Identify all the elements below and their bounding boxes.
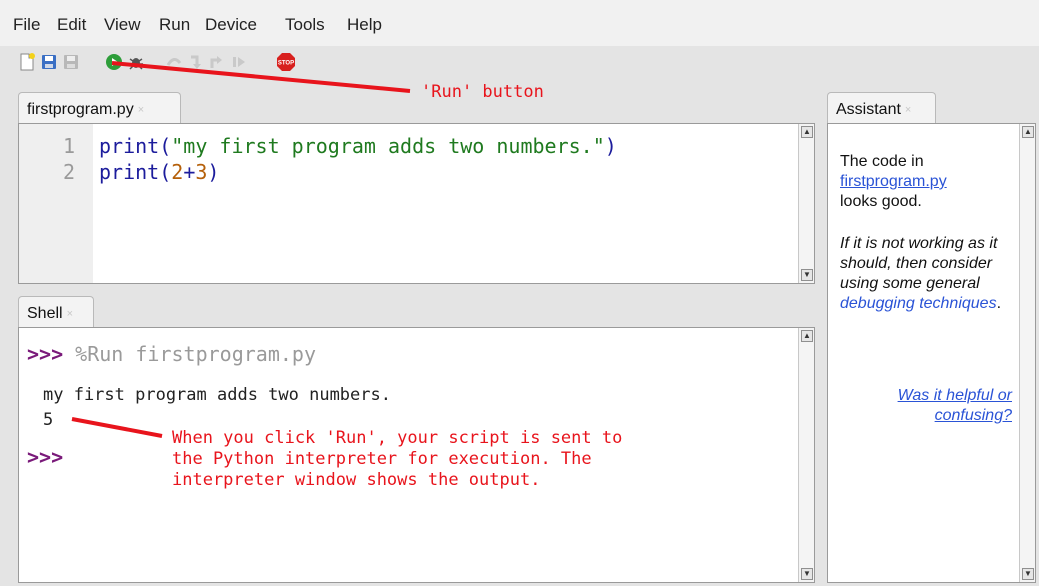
editor-tab-label: firstprogram.py	[27, 101, 134, 118]
resume-icon[interactable]	[229, 52, 249, 72]
scroll-down-icon[interactable]: ▼	[801, 269, 813, 281]
code-operator: +	[183, 160, 196, 184]
shell-output-line: my first program adds two numbers.	[43, 385, 391, 405]
code-line: print(2+3)	[99, 160, 219, 184]
new-file-icon[interactable]	[17, 52, 37, 72]
step-over-icon[interactable]	[164, 52, 184, 72]
line-number: 2	[62, 160, 75, 184]
scroll-down-icon[interactable]: ▼	[1022, 568, 1034, 580]
shell-prompt: >>>	[27, 445, 64, 469]
menu-bar: File Edit View Run Device Tools Help	[0, 0, 1039, 46]
debugging-link[interactable]: debugging techniques	[840, 295, 997, 312]
code-paren: (	[159, 134, 172, 158]
tab-assistant[interactable]: Assistant ×	[827, 92, 936, 124]
code-paren: (	[159, 160, 172, 184]
feedback-link[interactable]: Was it helpful or confusing?	[898, 387, 1012, 424]
assistant-panel: The code in firstprogram.py looks good. …	[827, 123, 1036, 583]
menu-edit[interactable]: Edit	[57, 15, 86, 35]
menu-device[interactable]: Device	[205, 15, 257, 35]
stop-label: STOP	[278, 61, 294, 67]
code-string: "my first program adds two numbers."	[171, 134, 605, 158]
shell-output-line: 5	[43, 410, 54, 430]
shell-command-line: >>> %Run firstprogram.py	[27, 342, 316, 366]
close-icon[interactable]: ×	[138, 104, 144, 116]
annotation-run-button: 'Run' button	[421, 82, 544, 102]
menu-tools[interactable]: Tools	[285, 15, 325, 35]
assistant-hint: If it is not working as it should, then …	[840, 234, 1018, 314]
line-number: 1	[62, 134, 75, 158]
stop-icon[interactable]: STOP	[276, 52, 296, 72]
tab-shell[interactable]: Shell ×	[18, 296, 94, 328]
menu-help[interactable]: Help	[347, 15, 382, 35]
code-func: print	[99, 160, 160, 184]
menu-view[interactable]: View	[104, 15, 141, 35]
assistant-text: The code in	[840, 153, 924, 170]
debug-icon[interactable]	[126, 52, 146, 72]
file-link[interactable]: firstprogram.py	[840, 173, 947, 190]
editor-scrollbar[interactable]: ▲ ▼	[798, 124, 814, 283]
assistant-text: If it is not working as it should, then …	[840, 235, 998, 292]
code-func: print	[99, 134, 160, 158]
run-icon[interactable]	[104, 52, 124, 72]
code-paren: )	[604, 134, 617, 158]
menu-file[interactable]: File	[13, 15, 40, 35]
code-editor[interactable]: 1 2 print("my first program adds two num…	[18, 123, 815, 284]
assistant-text: .	[996, 295, 1002, 312]
code-line: print("my first program adds two numbers…	[99, 134, 617, 158]
code-paren: )	[207, 160, 220, 184]
close-icon[interactable]: ×	[67, 308, 73, 320]
code-number: 3	[195, 160, 208, 184]
save-icon[interactable]	[61, 52, 81, 72]
assistant-status: The code in firstprogram.py looks good.	[840, 152, 1018, 212]
step-out-icon[interactable]	[207, 52, 227, 72]
shell-tab-label: Shell	[27, 305, 63, 322]
code-number: 2	[171, 160, 184, 184]
open-icon[interactable]	[39, 52, 59, 72]
assistant-text: looks good.	[840, 193, 922, 210]
line-number-gutter: 1 2	[19, 124, 93, 283]
assistant-tab-label: Assistant	[836, 101, 901, 118]
menu-run[interactable]: Run	[159, 15, 190, 35]
close-icon[interactable]: ×	[905, 104, 911, 116]
step-into-icon[interactable]	[186, 52, 206, 72]
feedback: Was it helpful or confusing?	[840, 386, 1012, 426]
scroll-up-icon[interactable]: ▲	[1022, 126, 1034, 138]
scroll-up-icon[interactable]: ▲	[801, 330, 813, 342]
shell-scrollbar[interactable]: ▲ ▼	[798, 328, 814, 582]
shell-prompt: >>>	[27, 342, 64, 366]
annotation-explanation: When you click 'Run', your script is sen…	[172, 428, 623, 490]
toolbar: STOP	[0, 46, 1039, 82]
scroll-down-icon[interactable]: ▼	[801, 568, 813, 580]
tab-firstprogram[interactable]: firstprogram.py ×	[18, 92, 181, 124]
shell-prompt-line[interactable]: >>>	[27, 445, 63, 469]
scroll-up-icon[interactable]: ▲	[801, 126, 813, 138]
assistant-scrollbar[interactable]: ▲ ▼	[1019, 124, 1035, 582]
shell-command: %Run firstprogram.py	[75, 342, 316, 366]
